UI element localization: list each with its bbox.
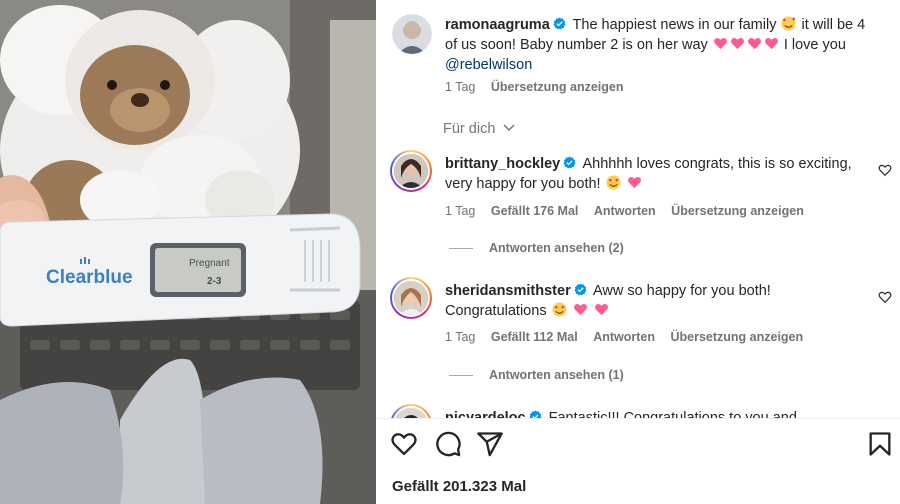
likes-count[interactable]: Gefällt 201.323 Mal — [392, 478, 526, 495]
caption-text-end: I love you — [783, 37, 846, 53]
heart-emoji-icon — [573, 303, 587, 316]
heart-emoji-icon — [747, 37, 761, 50]
verified-icon — [574, 283, 587, 296]
comment-body: nicyardeloc Fantastic!!! Congratulations… — [445, 408, 875, 418]
comments-list[interactable]: ramonaagruma The happiest news in our fa… — [376, 0, 900, 418]
mention-link[interactable]: @rebelwilson — [445, 55, 875, 75]
translate-link[interactable]: Übersetzung anzeigen — [491, 80, 624, 94]
heart-emoji-icon — [713, 37, 727, 50]
comment-text: Fantastic!!! Congratulations to you and — [548, 410, 797, 418]
verified-icon — [563, 156, 576, 169]
smiling-face-hearts-icon — [781, 16, 797, 31]
reply-button[interactable]: Antworten — [594, 204, 656, 218]
comment-body: sheridansmithster Aww so happy for you b… — [445, 281, 875, 321]
post-image[interactable]: Pregnant 2-3 Clearblue — [0, 0, 376, 504]
commenter-avatar[interactable] — [390, 404, 432, 418]
comment-likes[interactable]: Gefällt 112 Mal — [491, 330, 578, 344]
view-replies-label: Antworten ansehen (2) — [489, 241, 624, 255]
comment-body: brittany_hockley Ahhhhh loves congrats, … — [445, 154, 875, 194]
sort-dropdown[interactable]: Für dich — [443, 121, 515, 137]
author-username[interactable]: ramonaagruma — [445, 17, 550, 33]
post-detail-panel: ramonaagruma The happiest news in our fa… — [376, 0, 900, 504]
author-avatar[interactable] — [392, 14, 432, 54]
brand-logo: Clearblue — [46, 267, 133, 288]
actions-divider — [376, 418, 900, 419]
action-bar — [376, 430, 900, 462]
heart-eyes-icon — [606, 175, 621, 190]
sort-label: Für dich — [443, 121, 496, 137]
replies-divider — [449, 248, 473, 250]
verified-icon — [529, 410, 542, 418]
post-time: 1 Tag — [445, 80, 476, 94]
comment-time: 1 Tag — [445, 330, 476, 344]
post-caption: ramonaagruma The happiest news in our fa… — [445, 15, 875, 75]
test-display-line1: Pregnant — [189, 258, 230, 269]
test-display-line2: 2-3 — [207, 276, 222, 287]
bookmark-icon[interactable] — [866, 430, 894, 458]
commenter-avatar[interactable] — [390, 277, 432, 319]
heart-eyes-icon — [552, 302, 567, 317]
translate-link[interactable]: Übersetzung anzeigen — [671, 204, 804, 218]
verified-icon — [553, 17, 566, 30]
comment-likes[interactable]: Gefällt 176 Mal — [491, 204, 579, 218]
view-replies-label: Antworten ansehen (1) — [489, 368, 624, 382]
heart-emoji-icon — [764, 37, 778, 50]
comment-time: 1 Tag — [445, 204, 476, 218]
comment-meta: 1 Tag Gefällt 176 Mal Antworten Übersetz… — [445, 204, 816, 218]
view-replies-button[interactable]: Antworten ansehen (1) — [449, 368, 624, 382]
post-photo: Pregnant 2-3 Clearblue — [0, 0, 376, 504]
view-replies-button[interactable]: Antworten ansehen (2) — [449, 241, 624, 255]
comment-username[interactable]: brittany_hockley — [445, 156, 560, 172]
heart-emoji-icon — [730, 37, 744, 50]
comment-like-icon[interactable] — [878, 290, 892, 304]
replies-divider — [449, 375, 473, 377]
chevron-down-icon — [503, 124, 515, 131]
share-icon[interactable] — [476, 430, 504, 458]
comment-username[interactable]: sheridansmithster — [445, 283, 571, 299]
comment-icon[interactable] — [434, 430, 462, 458]
reply-button[interactable]: Antworten — [593, 330, 655, 344]
comment-meta: 1 Tag Gefällt 112 Mal Antworten Übersetz… — [445, 330, 815, 344]
post-meta: 1 Tag Übersetzung anzeigen — [445, 80, 636, 94]
comment-like-icon[interactable] — [878, 163, 892, 177]
commenter-avatar[interactable] — [390, 150, 432, 192]
comment-username[interactable]: nicyardeloc — [445, 410, 526, 418]
heart-emoji-icon — [627, 176, 641, 189]
translate-link[interactable]: Übersetzung anzeigen — [670, 330, 803, 344]
heart-emoji-icon — [594, 303, 608, 316]
heart-icon[interactable] — [390, 430, 418, 458]
caption-text: The happiest news in our family — [572, 17, 777, 33]
